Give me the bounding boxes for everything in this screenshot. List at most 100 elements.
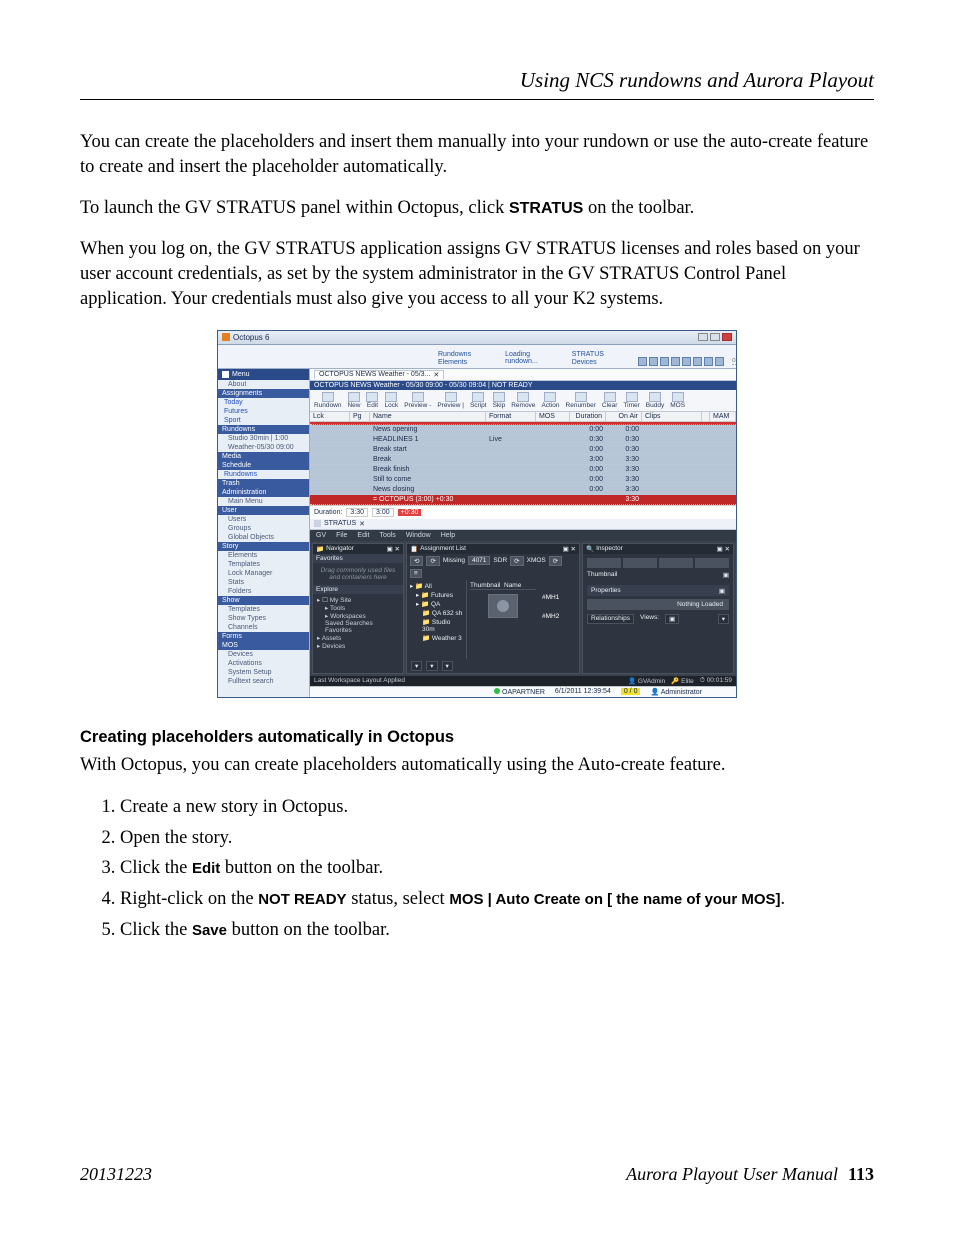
tree-item[interactable]: ▸ Assets [317, 634, 399, 642]
sidebar-item[interactable]: Folders [218, 587, 309, 596]
list-item[interactable]: #MH2 [542, 613, 576, 620]
panel-close-icon[interactable]: ▣ ✕ [387, 545, 400, 553]
menu-file[interactable]: File [336, 532, 347, 539]
asg-tool-icon[interactable]: ⟲ [410, 556, 423, 566]
tree-item[interactable]: ▸ 📁 All [410, 582, 463, 590]
tree-item[interactable]: Saved Searches [317, 620, 399, 627]
sidebar-item[interactable]: About [218, 380, 309, 389]
sidebar-item[interactable]: Show Types [218, 614, 309, 623]
insp-transport-button[interactable] [659, 558, 693, 568]
buddy-button[interactable]: Buddy [646, 392, 664, 409]
asg-button[interactable]: ▾ [426, 661, 437, 671]
toolbar-elements[interactable]: Elements [438, 359, 471, 366]
tree-item[interactable]: ▸ Devices [317, 642, 399, 650]
views-icon[interactable]: ▣ [665, 614, 679, 624]
sdr-icon[interactable]: ⟳ [510, 556, 523, 566]
toolbar-devices[interactable]: Devices [572, 359, 604, 366]
sidebar-category[interactable]: Administration [218, 488, 309, 497]
preview-bar-button[interactable]: Preview | [437, 392, 464, 409]
search-input[interactable]: octopus... [732, 357, 737, 365]
toolbar-icon[interactable] [682, 357, 691, 366]
sidebar-category[interactable]: Forms [218, 632, 309, 641]
sidebar-item[interactable]: Global Objects [218, 533, 309, 542]
sidebar-category[interactable]: Media [218, 452, 309, 461]
asg-button[interactable]: ▾ [411, 661, 422, 671]
sidebar-item[interactable]: Lock Manager [218, 569, 309, 578]
tree-item[interactable]: ▸ 📁 Futures [410, 591, 463, 599]
tree-item[interactable]: ▸ ☐ My Site [317, 596, 399, 604]
mos-button[interactable]: MOS [670, 392, 685, 409]
table-row[interactable]: Break3:003:30 [310, 455, 736, 465]
menu-help[interactable]: Help [441, 532, 455, 539]
list-view-icon[interactable]: ≡ [410, 569, 422, 578]
tree-item[interactable]: ▸ Workspaces [317, 612, 399, 620]
expand-icon[interactable]: ▣ [719, 587, 725, 595]
table-row[interactable]: News closing0:003:30 [310, 485, 736, 495]
edit-button[interactable]: Edit [366, 392, 378, 409]
sidebar-item[interactable]: Stats [218, 578, 309, 587]
sidebar-item[interactable]: Rundowns [218, 470, 309, 479]
expand-icon[interactable]: ▣ [723, 571, 729, 579]
sidebar-item[interactable]: Groups [218, 524, 309, 533]
toolbar-icon[interactable] [671, 357, 680, 366]
sidebar-category[interactable]: Rundowns [218, 425, 309, 434]
close-button[interactable] [722, 333, 732, 341]
toolbar-icon[interactable] [693, 357, 702, 366]
explore-header[interactable]: Explore [313, 585, 403, 594]
sidebar-category[interactable]: User [218, 506, 309, 515]
menu-gv[interactable]: GV [316, 532, 326, 539]
renumber-button[interactable]: Renumber [566, 392, 596, 409]
toolbar-icon[interactable] [638, 357, 647, 366]
tab-close-icon[interactable]: ✕ [433, 371, 439, 379]
list-item[interactable]: #MH1 [542, 594, 576, 601]
thumbnail-placeholder[interactable] [488, 594, 518, 618]
rundown-tab[interactable]: OCTOPUS NEWS Weather - 05/3...✕ [314, 370, 444, 379]
menu-edit[interactable]: Edit [357, 532, 369, 539]
toolbar-icon[interactable] [715, 357, 724, 366]
asg-button[interactable]: ▾ [442, 661, 453, 671]
toolbar-rundowns[interactable]: Rundowns [438, 351, 471, 358]
tree-item[interactable]: Favorites [317, 627, 399, 634]
table-row[interactable]: News opening0:000:00 [310, 425, 736, 435]
insp-transport-button[interactable] [695, 558, 729, 568]
sidebar-item[interactable]: System Setup [218, 668, 309, 677]
sidebar-item[interactable]: Futures [218, 407, 309, 416]
sidebar-item[interactable]: Studio 30min | 1:00 [218, 434, 309, 443]
stratus-tab[interactable]: STRATUS✕ [310, 519, 736, 530]
panel-close-icon[interactable]: ▣ ✕ [717, 545, 730, 553]
toolbar-icon[interactable] [704, 357, 713, 366]
table-row[interactable]: Still to come0:003:30 [310, 475, 736, 485]
table-row[interactable]: HEADLINES 1Live0:300:30 [310, 435, 736, 445]
sidebar-category[interactable]: MOS [218, 641, 309, 650]
sidebar-item[interactable]: Elements [218, 551, 309, 560]
script-button[interactable]: Script [470, 392, 487, 409]
sidebar-item[interactable]: Weather-05/30 09:00 [218, 443, 309, 452]
sidebar-item[interactable]: Devices [218, 650, 309, 659]
toolbar-icon[interactable] [649, 357, 658, 366]
rundown-button[interactable]: Rundown [314, 392, 341, 409]
maximize-button[interactable] [710, 333, 720, 341]
sidebar-category[interactable]: Schedule [218, 461, 309, 470]
xmos-icon[interactable]: ⟳ [549, 556, 562, 566]
preview-minus-button[interactable]: Preview - [404, 392, 431, 409]
sidebar-category[interactable]: Trash [218, 479, 309, 488]
new-button[interactable]: New [347, 392, 360, 409]
insp-transport-button[interactable] [587, 558, 621, 568]
action-button[interactable]: Action [541, 392, 559, 409]
tab-close-icon[interactable]: ✕ [359, 520, 365, 528]
sidebar-item[interactable]: Fulltext search [218, 677, 309, 686]
asg-tool-icon[interactable]: ⟳ [426, 556, 439, 566]
sidebar-item[interactable]: Users [218, 515, 309, 524]
toolbar-stratus[interactable]: STRATUS [572, 351, 604, 358]
table-row[interactable]: Break finish0:003:30 [310, 465, 736, 475]
insp-transport-button[interactable] [623, 558, 657, 568]
toolbar-icon[interactable] [660, 357, 669, 366]
skip-button[interactable]: Skip [493, 392, 506, 409]
sidebar-item[interactable]: Activations [218, 659, 309, 668]
tree-item[interactable]: ▸ Tools [317, 604, 399, 612]
sidebar-category[interactable]: Assignments [218, 389, 309, 398]
sidebar-item[interactable]: Today [218, 398, 309, 407]
sidebar-item[interactable]: Main Menu [218, 497, 309, 506]
insp-more-icon[interactable]: ▾ [718, 614, 729, 624]
tree-item[interactable]: 📁 Studio 30m [410, 618, 463, 633]
